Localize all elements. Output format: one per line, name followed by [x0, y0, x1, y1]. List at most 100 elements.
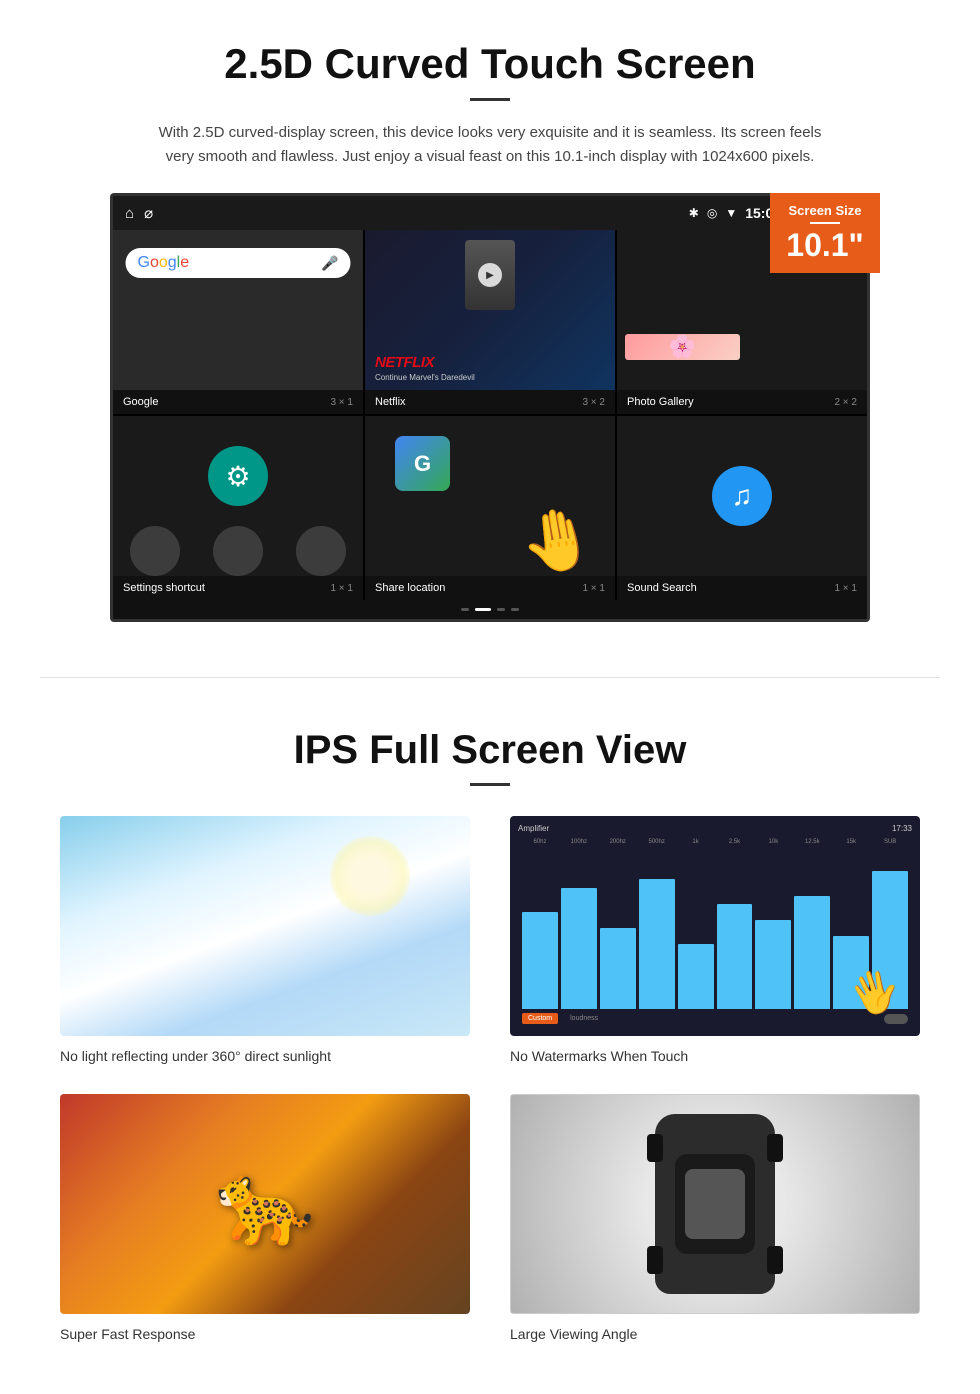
feature-equalizer: Amplifier 17:33 60hz 100hz 200hz 500hz 1…: [510, 816, 920, 1064]
netflix-label-row: Netflix 3 × 2: [365, 390, 615, 414]
eq-freq-labels: 60hz 100hz 200hz 500hz 1k 2.5k 10k 12.5k…: [518, 837, 912, 847]
app-cell-inner-sound: ♫: [617, 416, 867, 576]
feature-image-car: [510, 1094, 920, 1314]
eq-time: 17:33: [892, 824, 912, 833]
bg-circle-2: [213, 526, 263, 576]
eq-custom-btn: Custom: [522, 1013, 558, 1024]
sound-size: 1 × 1: [834, 583, 857, 594]
eq-bar-4: [639, 879, 675, 1009]
app-cell-inner-share: G 🤚: [365, 416, 615, 576]
screen-size-value: 10.1": [786, 228, 864, 263]
screen-app-grid: Google 🎤 Google 3 × 1: [113, 230, 867, 600]
car-roof: [675, 1154, 755, 1254]
app-cell-share[interactable]: G 🤚 Share location 1 × 1: [365, 416, 615, 600]
bg-circle-3: [296, 526, 346, 576]
app-cell-settings[interactable]: ⚙ Settings shortcut 1 × 1: [113, 416, 363, 600]
car-top-view: [655, 1114, 775, 1294]
app-cell-inner-settings: ⚙: [113, 416, 363, 576]
eq-bar-5: [678, 944, 714, 1009]
car-wheel-rr: [767, 1246, 783, 1274]
section1-description: With 2.5D curved-display screen, this de…: [150, 121, 830, 169]
cheetah-visual: 🐆: [60, 1094, 470, 1314]
eq-bar-3: [600, 928, 636, 1009]
app-cell-sound[interactable]: ♫ Sound Search 1 × 1: [617, 416, 867, 600]
eq-bar-7: [755, 920, 791, 1009]
settings-size: 1 × 1: [330, 583, 353, 594]
equalizer-visual: Amplifier 17:33 60hz 100hz 200hz 500hz 1…: [510, 816, 920, 1036]
feature-caption-cheetah: Super Fast Response: [60, 1326, 470, 1342]
settings-label: Settings shortcut: [123, 582, 205, 594]
badge-divider: [810, 222, 840, 224]
sound-icon: ♫: [712, 466, 772, 526]
settings-label-row: Settings shortcut 1 × 1: [113, 576, 363, 600]
car-window: [685, 1169, 745, 1239]
dot-3: [497, 608, 505, 611]
feature-caption-sunlight: No light reflecting under 360° direct su…: [60, 1048, 470, 1064]
eq-label-100: 100hz: [561, 839, 597, 845]
eq-loudness-toggle[interactable]: [884, 1014, 908, 1024]
app-cell-google[interactable]: Google 🎤 Google 3 × 1: [113, 230, 363, 414]
eq-label-10k: 10k: [755, 839, 791, 845]
dot-4: [511, 608, 519, 611]
netflix-play-btn: ▶: [478, 263, 502, 287]
ips-title-divider: [470, 783, 510, 786]
share-label: Share location: [375, 582, 445, 594]
sound-label-row: Sound Search 1 × 1: [617, 576, 867, 600]
netflix-logo: NETFLIX: [375, 354, 434, 371]
eq-bar-1: [522, 912, 558, 1009]
wifi-icon: ▼: [725, 206, 737, 220]
car-wheel-fl: [647, 1134, 663, 1162]
eq-bar-2: [561, 888, 597, 1010]
google-search-bar[interactable]: Google 🎤: [126, 248, 351, 278]
section2-title: IPS Full Screen View: [60, 728, 920, 773]
location-icon: ◎: [707, 206, 717, 220]
share-label-row: Share location 1 × 1: [365, 576, 615, 600]
feature-cheetah: 🐆 Super Fast Response: [60, 1094, 470, 1342]
gallery-size: 2 × 2: [834, 397, 857, 408]
eq-label-200: 200hz: [600, 839, 636, 845]
gallery-label: Photo Gallery: [627, 396, 694, 408]
eq-label-sub: SUB: [872, 839, 908, 845]
eq-header: Amplifier 17:33: [518, 824, 912, 833]
feature-car: Large Viewing Angle: [510, 1094, 920, 1342]
screen-mockup-wrapper: Screen Size 10.1" ⌂ ⌀ ✱ ◎ ▼ 15:06 ◫ ◁ ⊠: [110, 193, 870, 622]
features-grid: No light reflecting under 360° direct su…: [60, 816, 920, 1342]
cheetah-emoji: 🐆: [215, 1157, 315, 1251]
eq-bar-8: [794, 896, 830, 1009]
app-cell-netflix[interactable]: ▶ NETFLIX Continue Marvel's Daredevil Ne…: [365, 230, 615, 414]
eq-bar-6: [717, 904, 753, 1009]
settings-icon: ⚙: [208, 446, 268, 506]
netflix-size: 3 × 2: [582, 397, 605, 408]
section-divider: [40, 677, 940, 678]
settings-bg-circles: [113, 526, 363, 576]
hand-pointer-icon: 🤚: [515, 499, 601, 576]
car-visual: [510, 1094, 920, 1314]
netflix-bg: ▶ NETFLIX Continue Marvel's Daredevil: [365, 230, 615, 390]
app-cell-inner-google: Google 🎤: [113, 230, 363, 390]
feature-caption-car: Large Viewing Angle: [510, 1326, 920, 1342]
netflix-figure: ▶: [465, 240, 515, 310]
maps-icon: G: [395, 436, 450, 491]
dot-1: [461, 608, 469, 611]
home-icon: ⌂: [125, 205, 134, 222]
eq-label-500: 500hz: [639, 839, 675, 845]
google-mic-icon: 🎤: [321, 255, 338, 272]
car-wheel-fr: [767, 1134, 783, 1162]
gallery-thumb-flower: 🌸: [625, 334, 740, 360]
section-curved: 2.5D Curved Touch Screen With 2.5D curve…: [0, 0, 980, 657]
netflix-label: Netflix: [375, 396, 406, 408]
feature-image-sunlight: [60, 816, 470, 1036]
gallery-label-row: Photo Gallery 2 × 2: [617, 390, 867, 414]
eq-label-15k: 15k: [833, 839, 869, 845]
eq-label-1k: 1k: [678, 839, 714, 845]
eq-title: Amplifier: [518, 824, 549, 833]
screen-device: ⌂ ⌀ ✱ ◎ ▼ 15:06 ◫ ◁ ⊠ ▭: [110, 193, 870, 622]
netflix-subtitle: Continue Marvel's Daredevil: [375, 373, 475, 382]
usb-icon: ⌀: [144, 204, 153, 222]
eq-label-60: 60hz: [522, 839, 558, 845]
title-divider: [470, 98, 510, 101]
sunlight-visual: [60, 816, 470, 1036]
feature-sunlight: No light reflecting under 360° direct su…: [60, 816, 470, 1064]
section1-title: 2.5D Curved Touch Screen: [60, 40, 920, 88]
bluetooth-icon: ✱: [689, 206, 699, 220]
